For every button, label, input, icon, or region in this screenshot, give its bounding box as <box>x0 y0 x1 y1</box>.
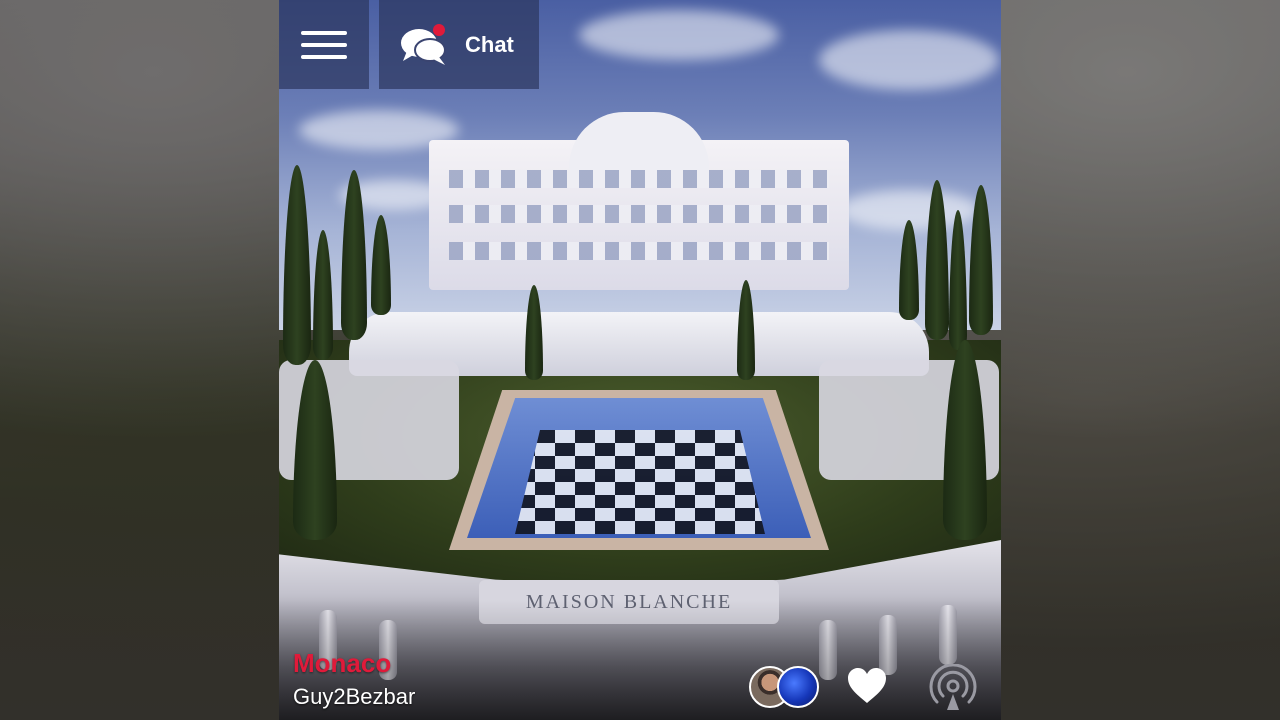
broadcast-button[interactable] <box>929 663 977 712</box>
mansion-windows <box>449 170 829 188</box>
like-button[interactable] <box>845 664 889 708</box>
cloud <box>579 10 779 60</box>
globe-avatar <box>777 666 819 708</box>
heart-icon <box>845 668 889 712</box>
mansion-windows <box>449 242 829 260</box>
hamburger-menu-icon <box>301 42 347 47</box>
chat-label: Chat <box>465 31 514 57</box>
hamburger-menu-icon <box>301 30 347 35</box>
menu-button[interactable] <box>279 0 369 89</box>
hamburger-menu-icon <box>301 54 347 59</box>
chat-button[interactable]: Chat <box>379 0 539 89</box>
app-view: MAISON BLANCHE Chat Monaco Guy2Bezbar <box>279 0 1001 720</box>
chat-bubbles-icon <box>399 23 451 67</box>
viewer-avatars[interactable] <box>749 666 825 712</box>
broadcast-icon <box>929 663 977 716</box>
chessboard <box>515 430 765 534</box>
screen: MAISON BLANCHE Chat Monaco Guy2Bezbar <box>0 0 1280 720</box>
location-name[interactable]: Monaco <box>293 648 391 679</box>
mansion-windows <box>449 205 829 223</box>
cloud <box>819 30 999 90</box>
username[interactable]: Guy2Bezbar <box>293 684 415 710</box>
